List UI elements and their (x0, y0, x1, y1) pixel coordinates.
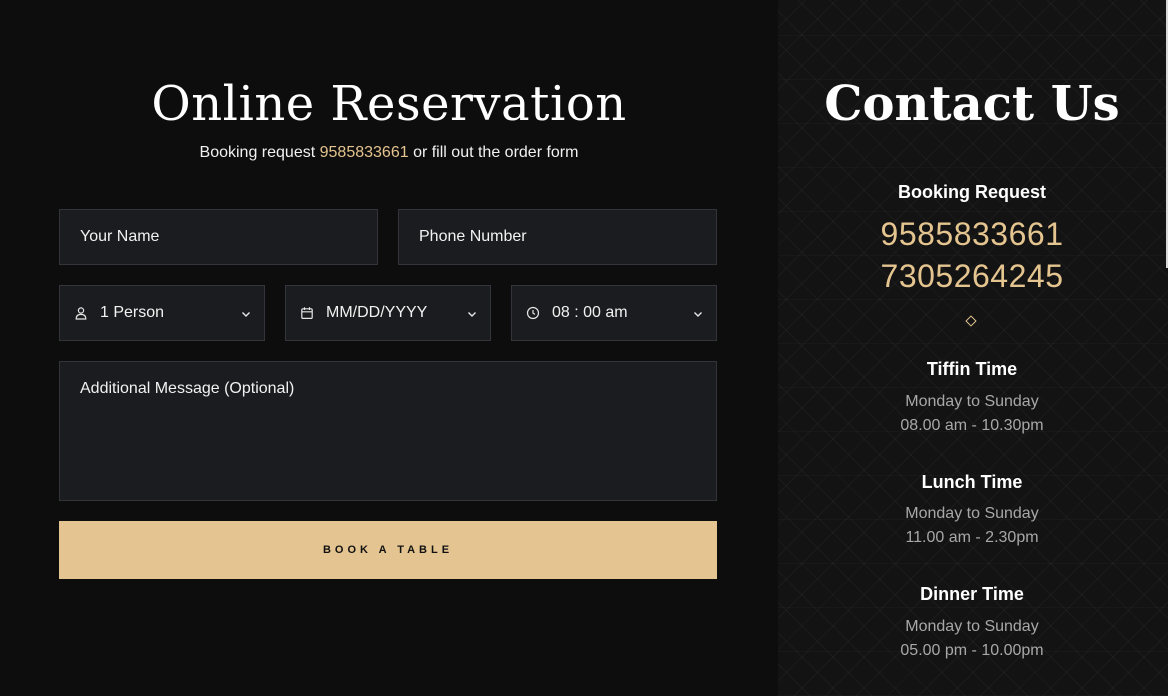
subtitle-phone-link[interactable]: 9585833661 (320, 144, 409, 161)
contact-phone-1[interactable]: 9585833661 (778, 216, 1166, 253)
time-value: 08 : 00 am (552, 304, 628, 321)
contact-title: Contact Us (824, 76, 1120, 132)
clock-icon (526, 306, 540, 320)
reservation-title: Online Reservation (151, 76, 627, 132)
message-textarea[interactable]: Additional Message (Optional) (59, 361, 717, 501)
lunch-hours: 11.00 am - 2.30pm (905, 529, 1039, 546)
contact-phone-2[interactable]: 7305264245 (778, 258, 1166, 295)
persons-value: 1 Person (100, 304, 165, 321)
tiffin-hours: 08.00 am - 10.30pm (900, 417, 1044, 434)
dinner-hours: 05.00 pm - 10.00pm (900, 642, 1044, 659)
dinner-time-heading: Dinner Time (920, 584, 1024, 604)
tiffin-days: Monday to Sunday (905, 393, 1039, 410)
persons-select[interactable]: 1 Person (59, 285, 265, 341)
message-placeholder: Additional Message (Optional) (80, 380, 295, 397)
chevron-down-icon (466, 307, 478, 319)
subtitle-prefix: Booking request (199, 144, 316, 161)
dinner-days: Monday to Sunday (905, 618, 1039, 635)
name-placeholder: Your Name (80, 228, 160, 245)
lunch-days: Monday to Sunday (905, 505, 1039, 522)
user-icon (74, 306, 88, 320)
chevron-down-icon (240, 307, 252, 319)
tiffin-time-heading: Tiffin Time (926, 359, 1018, 379)
time-select[interactable]: 08 : 00 am (511, 285, 717, 341)
lunch-time-heading: Lunch Time (921, 472, 1023, 492)
date-value: MM/DD/YYYY (326, 304, 428, 321)
reservation-subtitle: Booking request 9585833661 or fill out t… (0, 144, 778, 162)
name-input[interactable]: Your Name (59, 209, 378, 265)
phone-placeholder: Phone Number (419, 228, 527, 245)
book-table-button[interactable]: BOOK A TABLE (59, 521, 717, 579)
date-select[interactable]: MM/DD/YYYY (285, 285, 491, 341)
booking-request-heading: Booking Request (897, 182, 1046, 202)
chevron-down-icon (692, 307, 704, 319)
phone-input[interactable]: Phone Number (398, 209, 717, 265)
subtitle-suffix: or fill out the order form (413, 144, 579, 161)
calendar-icon (300, 306, 314, 320)
